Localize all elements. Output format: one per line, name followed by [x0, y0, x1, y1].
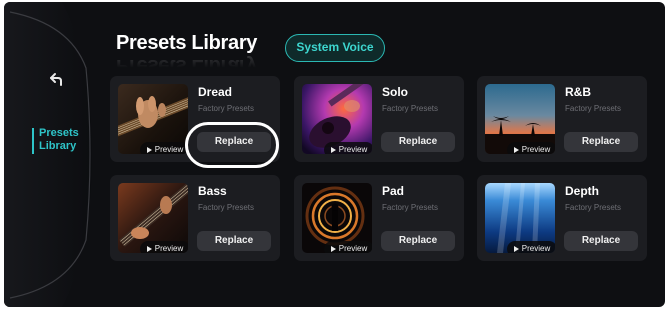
- play-icon: [513, 246, 519, 252]
- focus-highlight-ring: [185, 122, 279, 168]
- back-arrow-icon: [50, 73, 62, 86]
- preset-subtitle: Factory Presets: [565, 104, 622, 113]
- preset-name: Dread: [198, 85, 233, 99]
- preview-button[interactable]: Preview: [324, 241, 372, 253]
- replace-button[interactable]: Replace: [381, 132, 455, 152]
- sidebar-item-presets-library[interactable]: Presets Library: [32, 127, 92, 157]
- preset-card-pad[interactable]: Preview Pad Factory Presets Replace: [294, 175, 464, 261]
- preset-thumbnail: Preview: [118, 84, 188, 154]
- back-button[interactable]: [48, 70, 66, 88]
- preview-button[interactable]: Preview: [140, 241, 188, 253]
- replace-button[interactable]: Replace: [197, 231, 271, 251]
- preset-card-depth[interactable]: Preview Depth Factory Presets Replace: [477, 175, 647, 261]
- sidebar-item-label: Presets Library: [39, 127, 79, 152]
- play-icon: [146, 147, 152, 153]
- page-title: Presets Library: [116, 32, 258, 54]
- preset-thumbnail: Preview: [302, 183, 372, 253]
- preset-thumbnail: Preview: [302, 84, 372, 154]
- page-title-reflection: Presets Library: [116, 55, 258, 77]
- play-icon: [513, 147, 519, 153]
- preset-card-rnb[interactable]: Preview R&B Factory Presets Replace: [477, 76, 647, 162]
- preset-name: Depth: [565, 184, 599, 198]
- replace-button[interactable]: Replace: [564, 231, 638, 251]
- preset-card-solo[interactable]: Preview Solo Factory Presets Replace: [294, 76, 464, 162]
- active-indicator: [32, 128, 34, 154]
- preview-button[interactable]: Preview: [507, 241, 555, 253]
- app-screen: Presets Library Presets Library Presets …: [4, 2, 665, 307]
- system-voice-button[interactable]: System Voice: [285, 34, 385, 62]
- preview-button[interactable]: Preview: [507, 142, 555, 154]
- preset-subtitle: Factory Presets: [565, 203, 622, 212]
- preset-thumbnail: Preview: [118, 183, 188, 253]
- play-icon: [146, 246, 152, 252]
- preview-button[interactable]: Preview: [324, 142, 372, 154]
- preset-name: Pad: [382, 184, 405, 198]
- preset-subtitle: Factory Presets: [198, 104, 255, 113]
- play-icon: [330, 246, 336, 252]
- preset-subtitle: Factory Presets: [382, 104, 439, 113]
- sidebar: Presets Library: [4, 2, 96, 307]
- preset-card-bass[interactable]: Preview Bass Factory Presets Replace: [110, 175, 280, 261]
- preset-name: Bass: [198, 184, 227, 198]
- preset-subtitle: Factory Presets: [198, 203, 255, 212]
- preview-button[interactable]: Preview: [140, 142, 188, 154]
- preset-thumbnail: Preview: [485, 183, 555, 253]
- play-icon: [330, 147, 336, 153]
- preset-name: Solo: [382, 85, 408, 99]
- preset-thumbnail: Preview: [485, 84, 555, 154]
- replace-button[interactable]: Replace: [381, 231, 455, 251]
- preset-name: R&B: [565, 85, 591, 99]
- preset-subtitle: Factory Presets: [382, 203, 439, 212]
- replace-button[interactable]: Replace: [564, 132, 638, 152]
